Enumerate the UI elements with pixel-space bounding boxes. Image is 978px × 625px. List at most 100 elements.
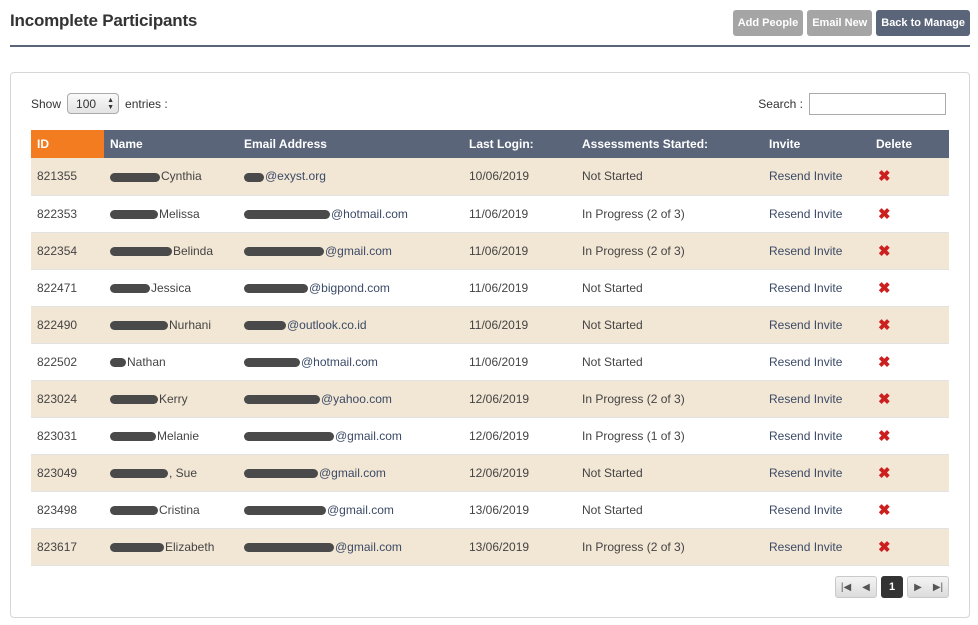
- cell-id: 823024: [31, 380, 104, 418]
- resend-invite-link[interactable]: Resend Invite: [769, 318, 842, 332]
- column-header-assessments[interactable]: Assessments Started:: [576, 130, 763, 158]
- participant-email: @gmail.com: [335, 539, 402, 554]
- next-page-icon[interactable]: ▶: [908, 577, 928, 597]
- cell-email: @gmail.com: [238, 528, 463, 566]
- redaction-mark: [110, 283, 150, 293]
- participant-email: @hotmail.com: [331, 206, 408, 221]
- cell-name: Kerry: [104, 380, 238, 418]
- resend-invite-link[interactable]: Resend Invite: [769, 281, 842, 295]
- cell-name: Melanie: [104, 417, 238, 455]
- redaction-mark: [110, 246, 172, 256]
- cell-email: @gmail.com: [238, 454, 463, 492]
- column-header-last-login[interactable]: Last Login:: [463, 130, 576, 158]
- cell-status: In Progress (2 of 3): [576, 528, 763, 566]
- close-x-icon[interactable]: ✖: [878, 205, 891, 223]
- column-header-id[interactable]: ID: [31, 130, 104, 158]
- redaction-mark: [244, 394, 320, 404]
- last-page-icon[interactable]: ▶|: [928, 577, 948, 597]
- cell-status: Not Started: [576, 343, 763, 381]
- search-input[interactable]: [809, 93, 946, 115]
- cell-last-login: 13/06/2019: [463, 491, 576, 529]
- column-header-email[interactable]: Email Address: [238, 130, 463, 158]
- cell-last-login: 12/06/2019: [463, 380, 576, 418]
- cell-email: @gmail.com: [238, 232, 463, 270]
- participant-name: , Sue: [169, 465, 198, 480]
- add-people-button[interactable]: Add People: [732, 10, 804, 36]
- close-x-icon[interactable]: ✖: [878, 279, 891, 297]
- redaction-mark: [244, 431, 334, 441]
- cell-last-login: 11/06/2019: [463, 195, 576, 233]
- cell-status: Not Started: [576, 269, 763, 307]
- redaction-mark: [110, 542, 164, 552]
- resend-invite-link[interactable]: Resend Invite: [769, 392, 842, 406]
- cell-delete: ✖: [870, 195, 949, 233]
- redaction-mark: [110, 394, 158, 404]
- cell-invite: Resend Invite: [763, 417, 870, 455]
- redaction-mark: [110, 357, 126, 367]
- cell-last-login: 11/06/2019: [463, 232, 576, 270]
- participant-name: Kerry: [159, 391, 188, 406]
- resend-invite-link[interactable]: Resend Invite: [769, 540, 842, 554]
- cell-delete: ✖: [870, 528, 949, 566]
- participants-table: ID Name Email Address Last Login: Assess…: [31, 130, 949, 566]
- cell-last-login: 11/06/2019: [463, 269, 576, 307]
- close-x-icon[interactable]: ✖: [878, 501, 891, 519]
- cell-id: 822490: [31, 306, 104, 344]
- back-to-manage-button[interactable]: Back to Manage: [876, 10, 970, 36]
- table-row: 823031 Melanie @gmail.com 12/06/2019 In Prog…: [31, 417, 949, 455]
- resend-invite-link[interactable]: Resend Invite: [769, 429, 842, 443]
- close-x-icon[interactable]: ✖: [878, 538, 891, 556]
- resend-invite-link[interactable]: Resend Invite: [769, 355, 842, 369]
- cell-status: In Progress (2 of 3): [576, 380, 763, 418]
- redaction-mark: [110, 431, 156, 441]
- table-row: 822353 Melissa @hotmail.com 11/06/2019 In Pr…: [31, 195, 949, 233]
- close-x-icon[interactable]: ✖: [878, 464, 891, 482]
- column-header-invite[interactable]: Invite: [763, 130, 870, 158]
- page-title: Incomplete Participants: [10, 11, 198, 30]
- cell-email: @outlook.co.id: [238, 306, 463, 344]
- redaction-mark: [110, 172, 160, 182]
- close-x-icon[interactable]: ✖: [878, 390, 891, 408]
- table-row: 821355 Cynthia @exyst.org 10/06/2019 Not Sta…: [31, 158, 949, 196]
- cell-email: @hotmail.com: [238, 195, 463, 233]
- cell-name: Nurhani: [104, 306, 238, 344]
- close-x-icon[interactable]: ✖: [878, 316, 891, 334]
- cell-status: In Progress (1 of 3): [576, 417, 763, 455]
- table-row: 823049 , Sue @gmail.com 12/06/2019 Not Start…: [31, 454, 949, 492]
- redaction-mark: [110, 505, 158, 515]
- cell-id: 823617: [31, 528, 104, 566]
- cell-email: @gmail.com: [238, 417, 463, 455]
- email-new-button[interactable]: Email New: [807, 10, 873, 36]
- cell-last-login: 10/06/2019: [463, 158, 576, 196]
- resend-invite-link[interactable]: Resend Invite: [769, 503, 842, 517]
- entries-select[interactable]: 100 ▲ ▼: [67, 93, 120, 114]
- column-header-delete[interactable]: Delete: [870, 130, 949, 158]
- resend-invite-link[interactable]: Resend Invite: [769, 207, 842, 221]
- close-x-icon[interactable]: ✖: [878, 427, 891, 445]
- redaction-mark: [244, 320, 286, 330]
- close-x-icon[interactable]: ✖: [878, 242, 891, 260]
- cell-name: Belinda: [104, 232, 238, 270]
- prev-page-icon[interactable]: ◀: [856, 577, 876, 597]
- close-x-icon[interactable]: ✖: [878, 167, 891, 185]
- participant-email: @exyst.org: [265, 169, 326, 184]
- first-page-icon[interactable]: |◀: [836, 577, 856, 597]
- pagination-back-group: |◀ ◀: [835, 576, 877, 598]
- participant-email: @gmail.com: [319, 465, 386, 480]
- cell-id: 821355: [31, 158, 104, 196]
- cell-status: Not Started: [576, 454, 763, 492]
- close-x-icon[interactable]: ✖: [878, 353, 891, 371]
- table-row: 823498 Cristina @gmail.com 13/06/2019 Not St…: [31, 491, 949, 529]
- search-label: Search :: [758, 97, 803, 111]
- cell-name: Elizabeth: [104, 528, 238, 566]
- current-page-button[interactable]: 1: [881, 576, 903, 598]
- resend-invite-link[interactable]: Resend Invite: [769, 244, 842, 258]
- resend-invite-link[interactable]: Resend Invite: [769, 466, 842, 480]
- column-header-name[interactable]: Name: [104, 130, 238, 158]
- cell-name: , Sue: [104, 454, 238, 492]
- table-row: 822471 Jessica @bigpond.com 11/06/2019 Not S…: [31, 269, 949, 307]
- resend-invite-link[interactable]: Resend Invite: [769, 169, 842, 183]
- cell-name: Cristina: [104, 491, 238, 529]
- participant-name: Nathan: [127, 354, 166, 369]
- participant-email: @gmail.com: [325, 243, 392, 258]
